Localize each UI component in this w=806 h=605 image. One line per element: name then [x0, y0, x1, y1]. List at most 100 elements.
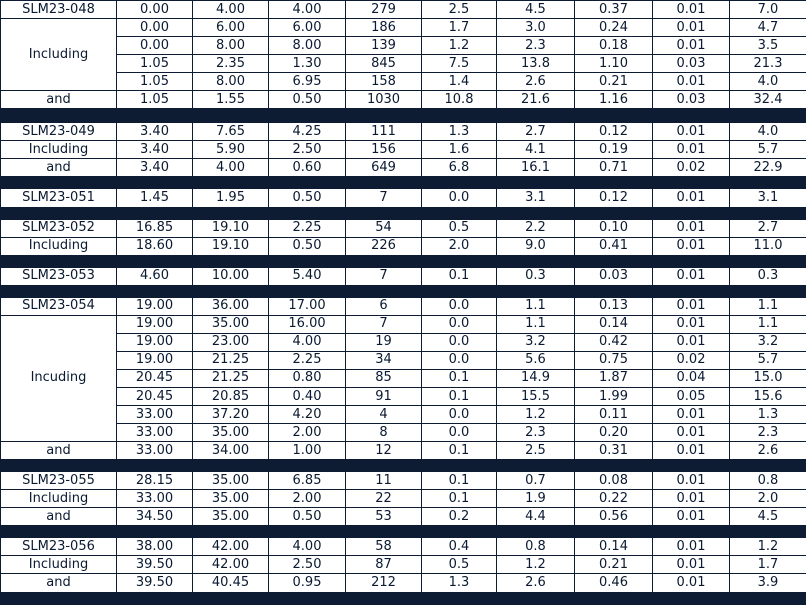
value-cell: 0.14	[574, 537, 653, 557]
value-cell: 5.6	[496, 350, 575, 370]
table-row: Including 18.60 19.10 0.50 226 2.0 9.0 0.41 0.01…	[0, 236, 806, 256]
value-cell: 0.01	[652, 573, 730, 593]
table-row: 20.45 21.25 0.80 85 0.1 14.9 1.87 0.04 15.0	[1, 368, 806, 389]
separator-bar	[0, 591, 806, 605]
value-cell: 6.8	[421, 158, 497, 178]
value-cell: 19.00	[116, 314, 193, 334]
value-cell: 0.1	[421, 489, 497, 509]
value-cell: 3.5	[729, 36, 806, 56]
group-separator	[0, 176, 806, 190]
group-separator	[0, 525, 806, 539]
value-cell: 1.05	[116, 90, 193, 110]
separator-bar	[0, 284, 806, 298]
value-cell: 2.3	[496, 36, 575, 56]
value-cell: 1.30	[268, 54, 346, 74]
value-cell: 0.0	[421, 423, 497, 443]
value-cell: 0.01	[652, 471, 730, 491]
value-cell: 36.00	[192, 296, 269, 316]
row-label-cell: Including	[0, 140, 117, 160]
table-row: Including 39.50 42.00 2.50 87 0.5 1.2 0.21 0.01 1…	[0, 555, 806, 575]
value-cell: 39.50	[116, 555, 193, 575]
value-cell: 0.00	[116, 0, 193, 20]
value-cell: 42.00	[192, 537, 269, 557]
value-cell: 40.45	[192, 573, 269, 593]
value-cell: 35.00	[192, 471, 269, 491]
value-cell: 4.5	[729, 507, 806, 527]
value-cell: 19.00	[116, 332, 193, 352]
table-row: and 39.50 40.45 0.95 212 1.3 2.6 0.46 0.01 3.9	[0, 573, 806, 593]
table-row: SLM23-049 3.40 7.65 4.25 111 1.3 2.7 0.12 0.01 4.…	[0, 122, 806, 142]
value-cell: 3.1	[729, 188, 806, 208]
value-cell: 0.03	[574, 266, 653, 286]
value-cell: 7	[345, 188, 422, 208]
value-cell: 4.4	[496, 507, 575, 527]
value-cell: 4.0	[729, 72, 806, 92]
value-cell: 2.7	[496, 122, 575, 142]
value-cell: 1.2	[496, 555, 575, 575]
value-cell: 6.00	[192, 18, 269, 38]
separator-bar	[0, 254, 806, 268]
value-cell: 4.20	[268, 405, 346, 425]
value-cell: 19.00	[116, 350, 193, 370]
row-label-cell: and	[0, 573, 117, 593]
value-cell: 1.3	[421, 573, 497, 593]
value-cell: 20.85	[192, 386, 269, 407]
value-cell: 0.03	[652, 54, 730, 74]
value-cell: 1.1	[729, 296, 806, 316]
value-cell: 2.5	[496, 441, 575, 461]
value-cell: 8.00	[192, 72, 269, 92]
value-cell: 8.00	[192, 36, 269, 56]
value-cell: 0.95	[268, 573, 346, 593]
value-cell: 0.04	[652, 368, 730, 389]
row-label-cell: and	[0, 441, 117, 461]
value-cell: 1.05	[116, 72, 193, 92]
value-cell: 1.95	[192, 188, 269, 208]
value-cell: 0.01	[652, 122, 730, 142]
value-cell: 0.03	[652, 90, 730, 110]
value-cell: 0.40	[268, 386, 346, 407]
value-cell: 1.1	[496, 314, 575, 334]
value-cell: 33.00	[116, 405, 193, 425]
value-cell: 38.00	[116, 537, 193, 557]
value-cell: 0.0	[421, 405, 497, 425]
value-cell: 5.90	[192, 140, 269, 160]
value-cell: 2.0	[421, 236, 497, 256]
table-row: 1.05 2.35 1.30 845 7.5 13.8 1.10 0.03 21.3	[1, 54, 806, 74]
value-cell: 8.00	[268, 36, 346, 56]
value-cell: 1.55	[192, 90, 269, 110]
group-separator	[0, 206, 806, 220]
value-cell: 21.6	[496, 90, 575, 110]
drill-results-table: SLM23-048 0.00 4.00 4.00 279 2.5 4.5 0.37 0.01 7.…	[0, 0, 806, 605]
value-cell: 0.01	[652, 537, 730, 557]
value-cell: 0.1	[421, 441, 497, 461]
value-cell: 5.7	[729, 350, 806, 370]
value-cell: 0.01	[652, 332, 730, 352]
value-cell: 6	[345, 296, 422, 316]
value-cell: 1.4	[421, 72, 497, 92]
value-cell: 11	[345, 471, 422, 491]
separator-bar	[0, 176, 806, 190]
value-cell: 10.8	[421, 90, 497, 110]
value-cell: 2.6	[729, 441, 806, 461]
row-label-cell: SLM23-048	[0, 0, 117, 20]
table-row: and 1.05 1.55 0.50 1030 10.8 21.6 1.16 0.03 32.4	[0, 90, 806, 110]
value-cell: 156	[345, 140, 422, 160]
value-cell: 3.2	[496, 332, 575, 352]
value-cell: 3.1	[496, 188, 575, 208]
row-label-cell: Incuding	[0, 314, 117, 443]
table-row: SLM23-053 4.60 10.00 5.40 7 0.1 0.3 0.03 0.01 0.3	[0, 266, 806, 286]
value-cell: 33.00	[116, 423, 193, 443]
value-cell: 0.2	[421, 507, 497, 527]
value-cell: 0.20	[574, 423, 653, 443]
value-cell: 0.12	[574, 188, 653, 208]
value-cell: 2.5	[421, 0, 497, 20]
row-label-cell: SLM23-055	[0, 471, 117, 491]
value-cell: 0.8	[496, 537, 575, 557]
value-cell: 4.00	[268, 537, 346, 557]
value-cell: 1.3	[729, 405, 806, 425]
value-cell: 1.6	[421, 140, 497, 160]
table-row: Including 33.00 35.00 2.00 22 0.1 1.9 0.22 0.01 2…	[0, 489, 806, 509]
value-cell: 0.01	[652, 507, 730, 527]
value-cell: 34	[345, 350, 422, 370]
value-cell: 0.01	[652, 218, 730, 238]
